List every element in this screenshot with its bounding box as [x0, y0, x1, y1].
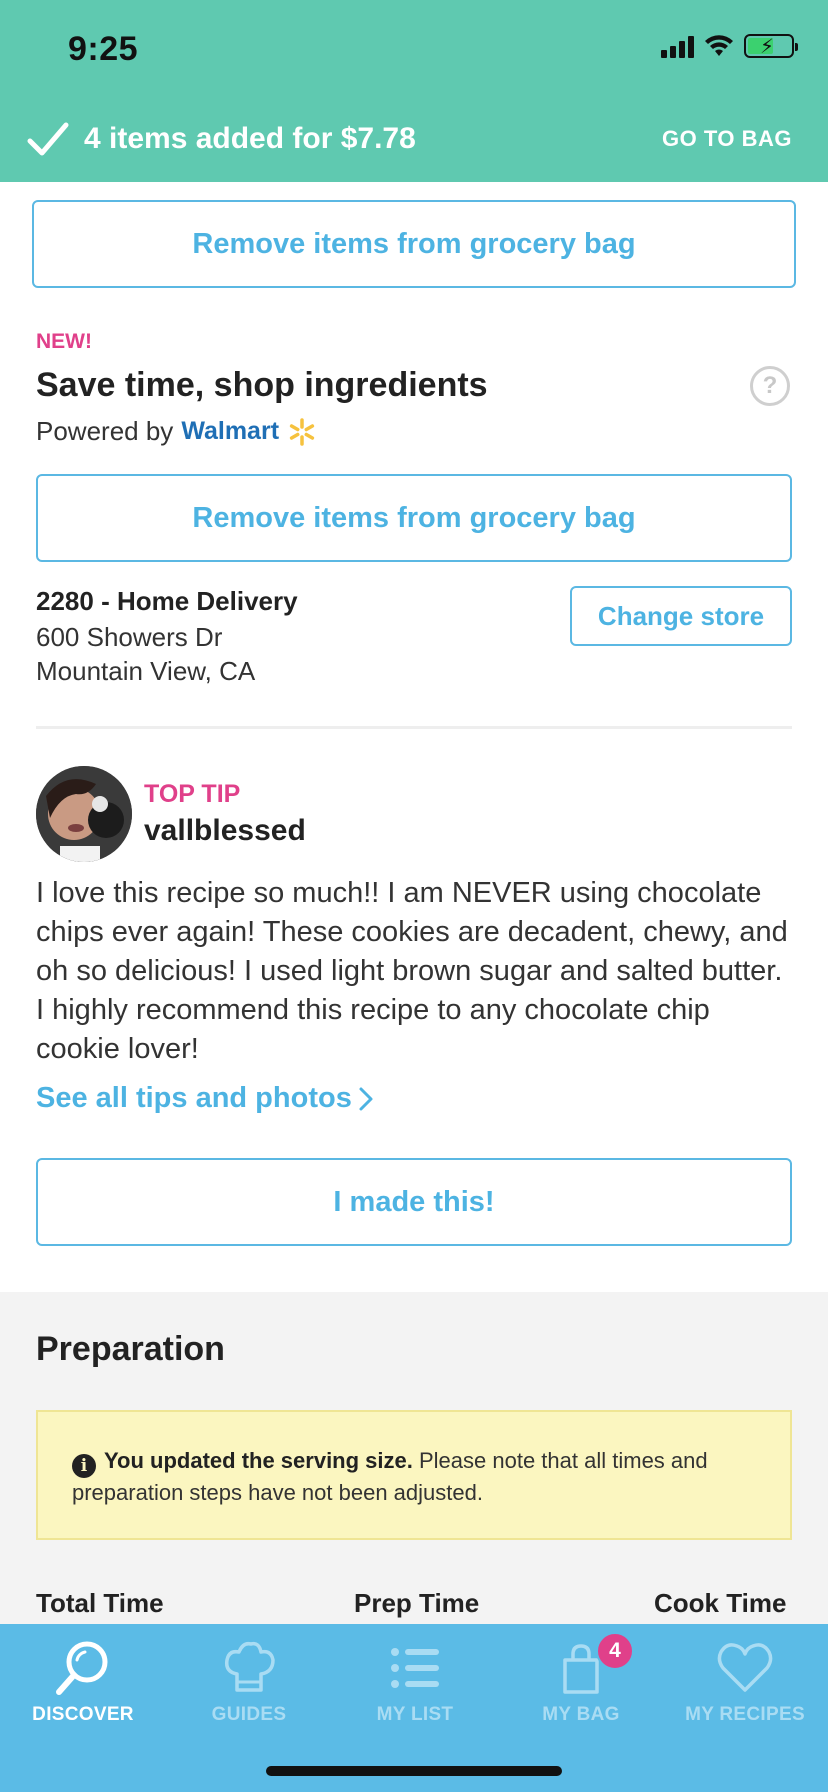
help-icon[interactable]: ? [750, 366, 790, 406]
heart-icon [713, 1638, 777, 1698]
divider [36, 726, 792, 729]
battery-icon: ⚡ [744, 34, 798, 58]
shop-ingredients-title: Save time, shop ingredients [36, 366, 488, 404]
signal-icon [661, 34, 694, 58]
nav-my-bag[interactable]: 4 MY BAG [498, 1624, 664, 1744]
nav-discover[interactable]: DISCOVER [0, 1624, 166, 1744]
store-name: 2280 - Home Delivery [36, 586, 298, 616]
status-icons: ⚡ [661, 34, 798, 58]
tip-body: I love this recipe so much!! I am NEVER … [36, 877, 788, 1065]
walmart-spark-icon [289, 417, 315, 446]
added-banner: 9:25 ⚡ 4 items added for $7.78 GO TO BAG [0, 0, 828, 182]
prep-time-label: Prep Time [354, 1588, 480, 1618]
list-icon [383, 1638, 447, 1698]
nav-guides[interactable]: GUIDES [166, 1624, 332, 1744]
cook-time-label: Cook Time [654, 1588, 787, 1618]
nav-label-discover: DISCOVER [32, 1704, 134, 1725]
nav-label-guides: GUIDES [211, 1704, 287, 1725]
remove-items-button[interactable]: Remove items from grocery bag [32, 200, 796, 288]
remove-items-button-2[interactable]: Remove items from grocery bag [36, 474, 792, 562]
top-tip-label: TOP TIP [144, 780, 241, 808]
added-row: 4 items added for $7.78 GO TO BAG [26, 116, 792, 162]
tip-username[interactable]: vallblessed [144, 814, 306, 848]
powered-by: Powered by Walmart [36, 416, 317, 447]
total-time-label: Total Time [36, 1588, 164, 1618]
see-all-tips-link[interactable]: See all tips and photos [36, 1082, 374, 1115]
status-time: 9:25 [68, 30, 139, 68]
info-icon: i [72, 1454, 96, 1478]
powered-by-label: Powered by [36, 416, 174, 446]
nav-label-my-bag: MY BAG [542, 1704, 620, 1725]
store-address-line2: Mountain View, CA [36, 656, 256, 686]
nav-my-list[interactable]: MY LIST [332, 1624, 498, 1744]
avatar[interactable] [36, 766, 132, 862]
items-added-text: 4 items added for $7.78 [84, 122, 416, 155]
notice-bold: You updated the serving size. [104, 1448, 413, 1473]
go-to-bag-link[interactable]: GO TO BAG [662, 126, 792, 152]
preparation-title: Preparation [36, 1330, 225, 1368]
nav-label-my-recipes: MY RECIPES [685, 1704, 805, 1725]
serving-size-notice: i You updated the serving size. Please no… [36, 1410, 792, 1540]
wifi-icon [705, 35, 733, 56]
chef-hat-icon [217, 1638, 281, 1698]
see-all-tips-label: See all tips and photos [36, 1082, 352, 1114]
search-icon [51, 1638, 115, 1698]
chevron-right-icon [359, 1087, 373, 1110]
walmart-logo: Walmart [181, 417, 280, 445]
nav-label-my-list: MY LIST [376, 1704, 454, 1725]
change-store-button[interactable]: Change store [570, 586, 792, 646]
nav-my-recipes[interactable]: MY RECIPES [662, 1624, 828, 1744]
check-icon [27, 122, 69, 156]
new-label: NEW! [36, 330, 92, 353]
i-made-this-button[interactable]: I made this! [36, 1158, 792, 1246]
home-indicator [266, 1766, 562, 1776]
store-address-line1: 600 Showers Dr [36, 622, 223, 652]
bag-count-badge: 4 [596, 1632, 634, 1670]
